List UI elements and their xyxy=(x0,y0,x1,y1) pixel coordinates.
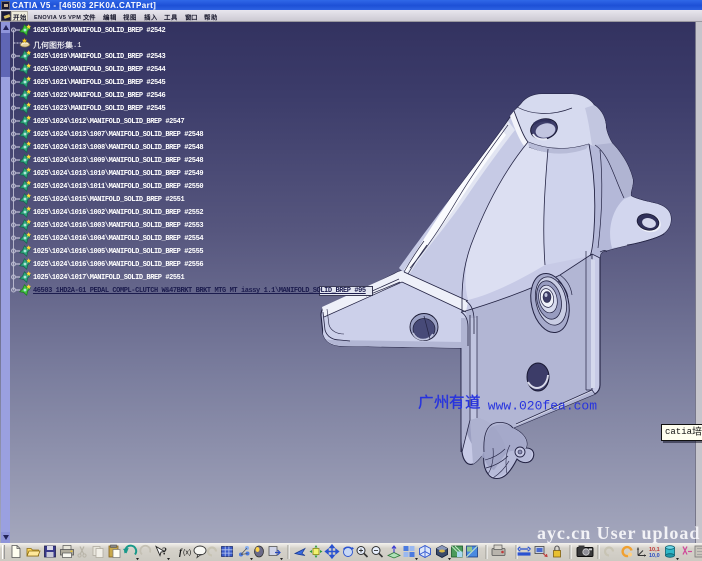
svg-text:10,0: 10,0 xyxy=(649,553,660,559)
svg-text:?: ? xyxy=(162,547,167,558)
svg-text:(x): (x) xyxy=(183,550,191,557)
